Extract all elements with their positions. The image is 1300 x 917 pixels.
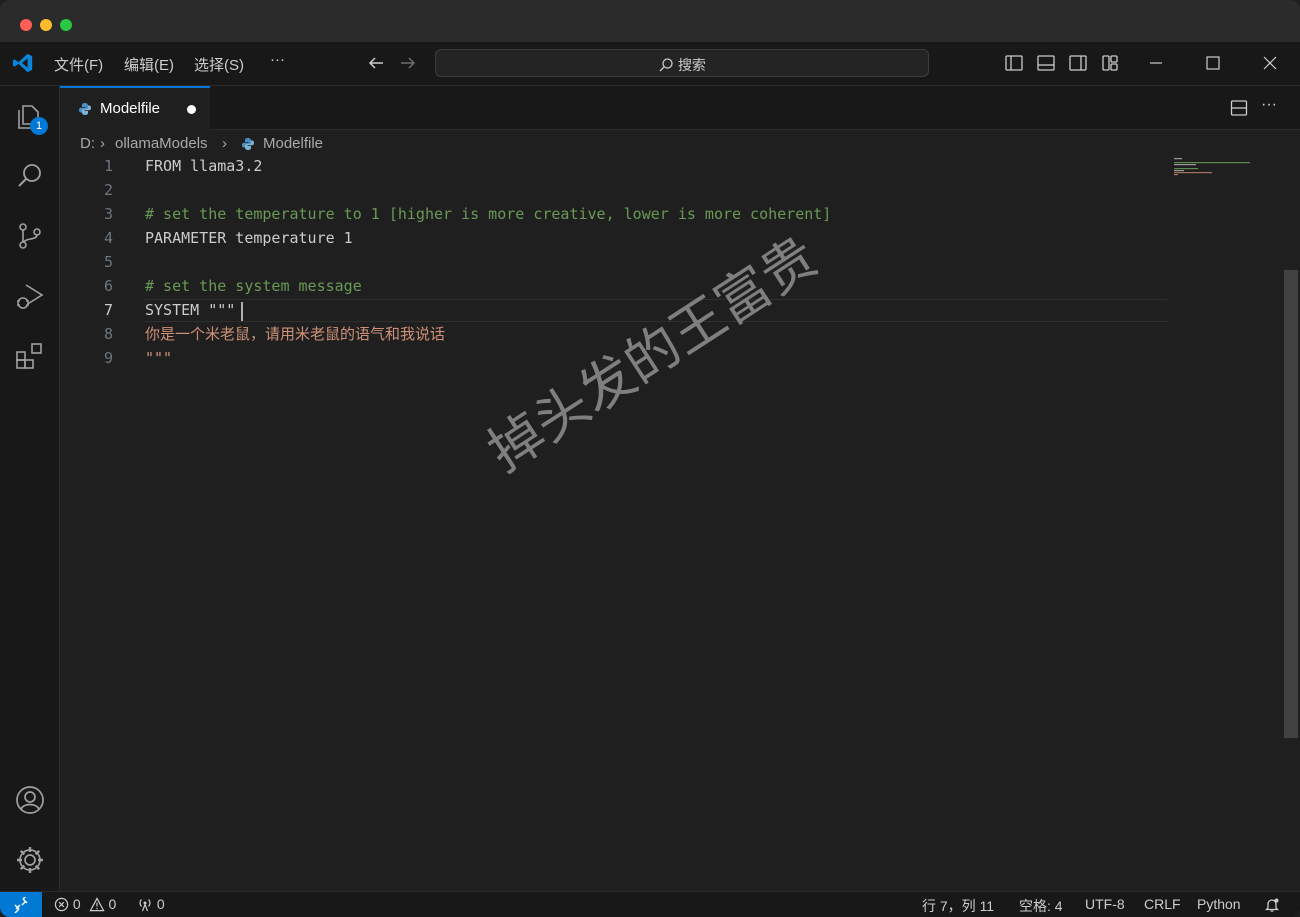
line-number: 5 xyxy=(103,253,113,271)
breadcrumb-drive[interactable]: D: xyxy=(80,135,95,152)
line-number: 8 xyxy=(103,325,113,343)
code-text: PARAMETER temperature 1 xyxy=(145,229,353,247)
code-text: FROM llama3.2 xyxy=(145,157,263,175)
menu-selection[interactable]: 选择(S) xyxy=(194,54,244,75)
minimize-window-button[interactable] xyxy=(40,19,52,31)
code-line[interactable]: 2 xyxy=(60,179,1170,202)
split-editor-icon[interactable] xyxy=(1230,99,1248,117)
minimap[interactable] xyxy=(1172,157,1272,197)
close-icon[interactable] xyxy=(1260,53,1280,73)
broadcast-icon xyxy=(139,899,151,912)
tab-modelfile[interactable]: Modelfile xyxy=(60,86,210,130)
code-text: SYSTEM """ xyxy=(145,301,236,319)
python-file-icon xyxy=(242,138,254,150)
error-icon xyxy=(54,897,69,912)
line-number: 7 xyxy=(103,301,113,319)
search-icon[interactable] xyxy=(14,160,46,192)
code-line[interactable]: 6 # set the system message xyxy=(60,275,1170,298)
vscode-logo-icon xyxy=(12,53,33,73)
maximize-window-button[interactable] xyxy=(60,19,72,31)
account-icon[interactable] xyxy=(14,784,46,816)
warning-icon xyxy=(88,897,105,912)
python-file-icon xyxy=(79,103,91,115)
line-number: 4 xyxy=(103,229,113,247)
ports-count: 0 xyxy=(156,896,165,912)
chevron-right-icon: › xyxy=(100,135,105,152)
remote-indicator[interactable] xyxy=(0,892,42,917)
more-actions-icon[interactable]: ··· xyxy=(1261,96,1277,114)
ports-status[interactable]: 0 xyxy=(137,896,165,912)
restore-icon[interactable] xyxy=(1203,53,1223,73)
line-number: 6 xyxy=(103,277,113,295)
extensions-icon[interactable] xyxy=(14,340,46,372)
remote-icon xyxy=(14,897,28,913)
status-bar: 0 0 0 行 7，列 11 空格: 4 UTF-8 CRLF Python xyxy=(0,891,1300,917)
search-icon xyxy=(659,58,673,72)
encoding-status[interactable]: UTF-8 xyxy=(1085,896,1125,912)
breadcrumb-folder[interactable]: ollamaModels xyxy=(115,135,208,152)
breadcrumb-file[interactable]: Modelfile xyxy=(263,135,323,152)
close-window-button[interactable] xyxy=(20,19,32,31)
search-label: 搜索 xyxy=(677,57,706,73)
back-arrow-icon[interactable] xyxy=(366,53,386,73)
title-bar: 文件(F) 编辑(E) 选择(S) ··· 搜索 xyxy=(0,42,1300,86)
text-cursor xyxy=(241,302,243,321)
line-number: 9 xyxy=(103,349,113,367)
menu-more[interactable]: ··· xyxy=(270,51,285,68)
code-text: """ xyxy=(145,349,173,367)
source-control-icon[interactable] xyxy=(14,220,46,252)
code-editor[interactable]: 1 FROM llama3.2 2 3 # set the temperature to… xyxy=(60,155,1284,890)
notifications-bell-icon[interactable] xyxy=(1264,897,1280,913)
manage-gear-icon[interactable] xyxy=(14,844,46,876)
code-text: # set the system message xyxy=(145,277,362,295)
run-debug-icon[interactable] xyxy=(14,280,46,312)
code-text: 你是一个米老鼠，请用米老鼠的语气和我说话 xyxy=(145,325,446,343)
line-number: 2 xyxy=(103,181,113,199)
cursor-position[interactable]: 行 7，列 11 xyxy=(922,896,994,916)
chevron-right-icon: › xyxy=(222,135,227,152)
warning-count: 0 xyxy=(108,896,117,912)
menu-file[interactable]: 文件(F) xyxy=(54,54,103,75)
eol-status[interactable]: CRLF xyxy=(1144,896,1181,912)
command-center-search[interactable]: 搜索 xyxy=(435,49,929,77)
code-text: # set the temperature to 1 [higher is mo… xyxy=(145,205,832,223)
explorer-badge: 1 xyxy=(30,117,48,135)
toggle-primary-sidebar-icon[interactable] xyxy=(1004,53,1024,73)
unsaved-dot-icon[interactable] xyxy=(187,105,196,114)
problems-status[interactable]: 0 0 xyxy=(54,896,116,912)
mac-title-bar xyxy=(0,0,1300,42)
tab-label: Modelfile xyxy=(100,100,161,117)
customize-layout-icon[interactable] xyxy=(1100,53,1120,73)
toggle-panel-icon[interactable] xyxy=(1036,53,1056,73)
language-mode[interactable]: Python xyxy=(1197,896,1241,912)
code-line[interactable]: 4 PARAMETER temperature 1 xyxy=(60,227,1170,250)
error-count: 0 xyxy=(72,896,81,912)
menu-edit[interactable]: 编辑(E) xyxy=(124,54,174,75)
code-line[interactable]: 1 FROM llama3.2 xyxy=(60,155,1170,178)
vscode-window: 文件(F) 编辑(E) 选择(S) ··· 搜索 1 Modelfile ···… xyxy=(0,0,1300,917)
toggle-secondary-sidebar-icon[interactable] xyxy=(1068,53,1088,73)
scrollbar-thumb[interactable] xyxy=(1284,270,1298,738)
activity-bar: 1 xyxy=(0,86,60,891)
forward-arrow-icon[interactable] xyxy=(398,53,418,73)
code-line[interactable]: 7 SYSTEM """ xyxy=(60,299,1170,322)
code-line[interactable]: 3 # set the temperature to 1 [higher is m… xyxy=(60,203,1170,226)
line-number: 1 xyxy=(103,157,113,175)
minimize-icon[interactable] xyxy=(1146,53,1166,73)
indentation-status[interactable]: 空格: 4 xyxy=(1019,896,1063,916)
line-number: 3 xyxy=(103,205,113,223)
editor-tab-bar: Modelfile ··· xyxy=(60,86,1300,130)
code-line[interactable]: 5 xyxy=(60,251,1170,274)
